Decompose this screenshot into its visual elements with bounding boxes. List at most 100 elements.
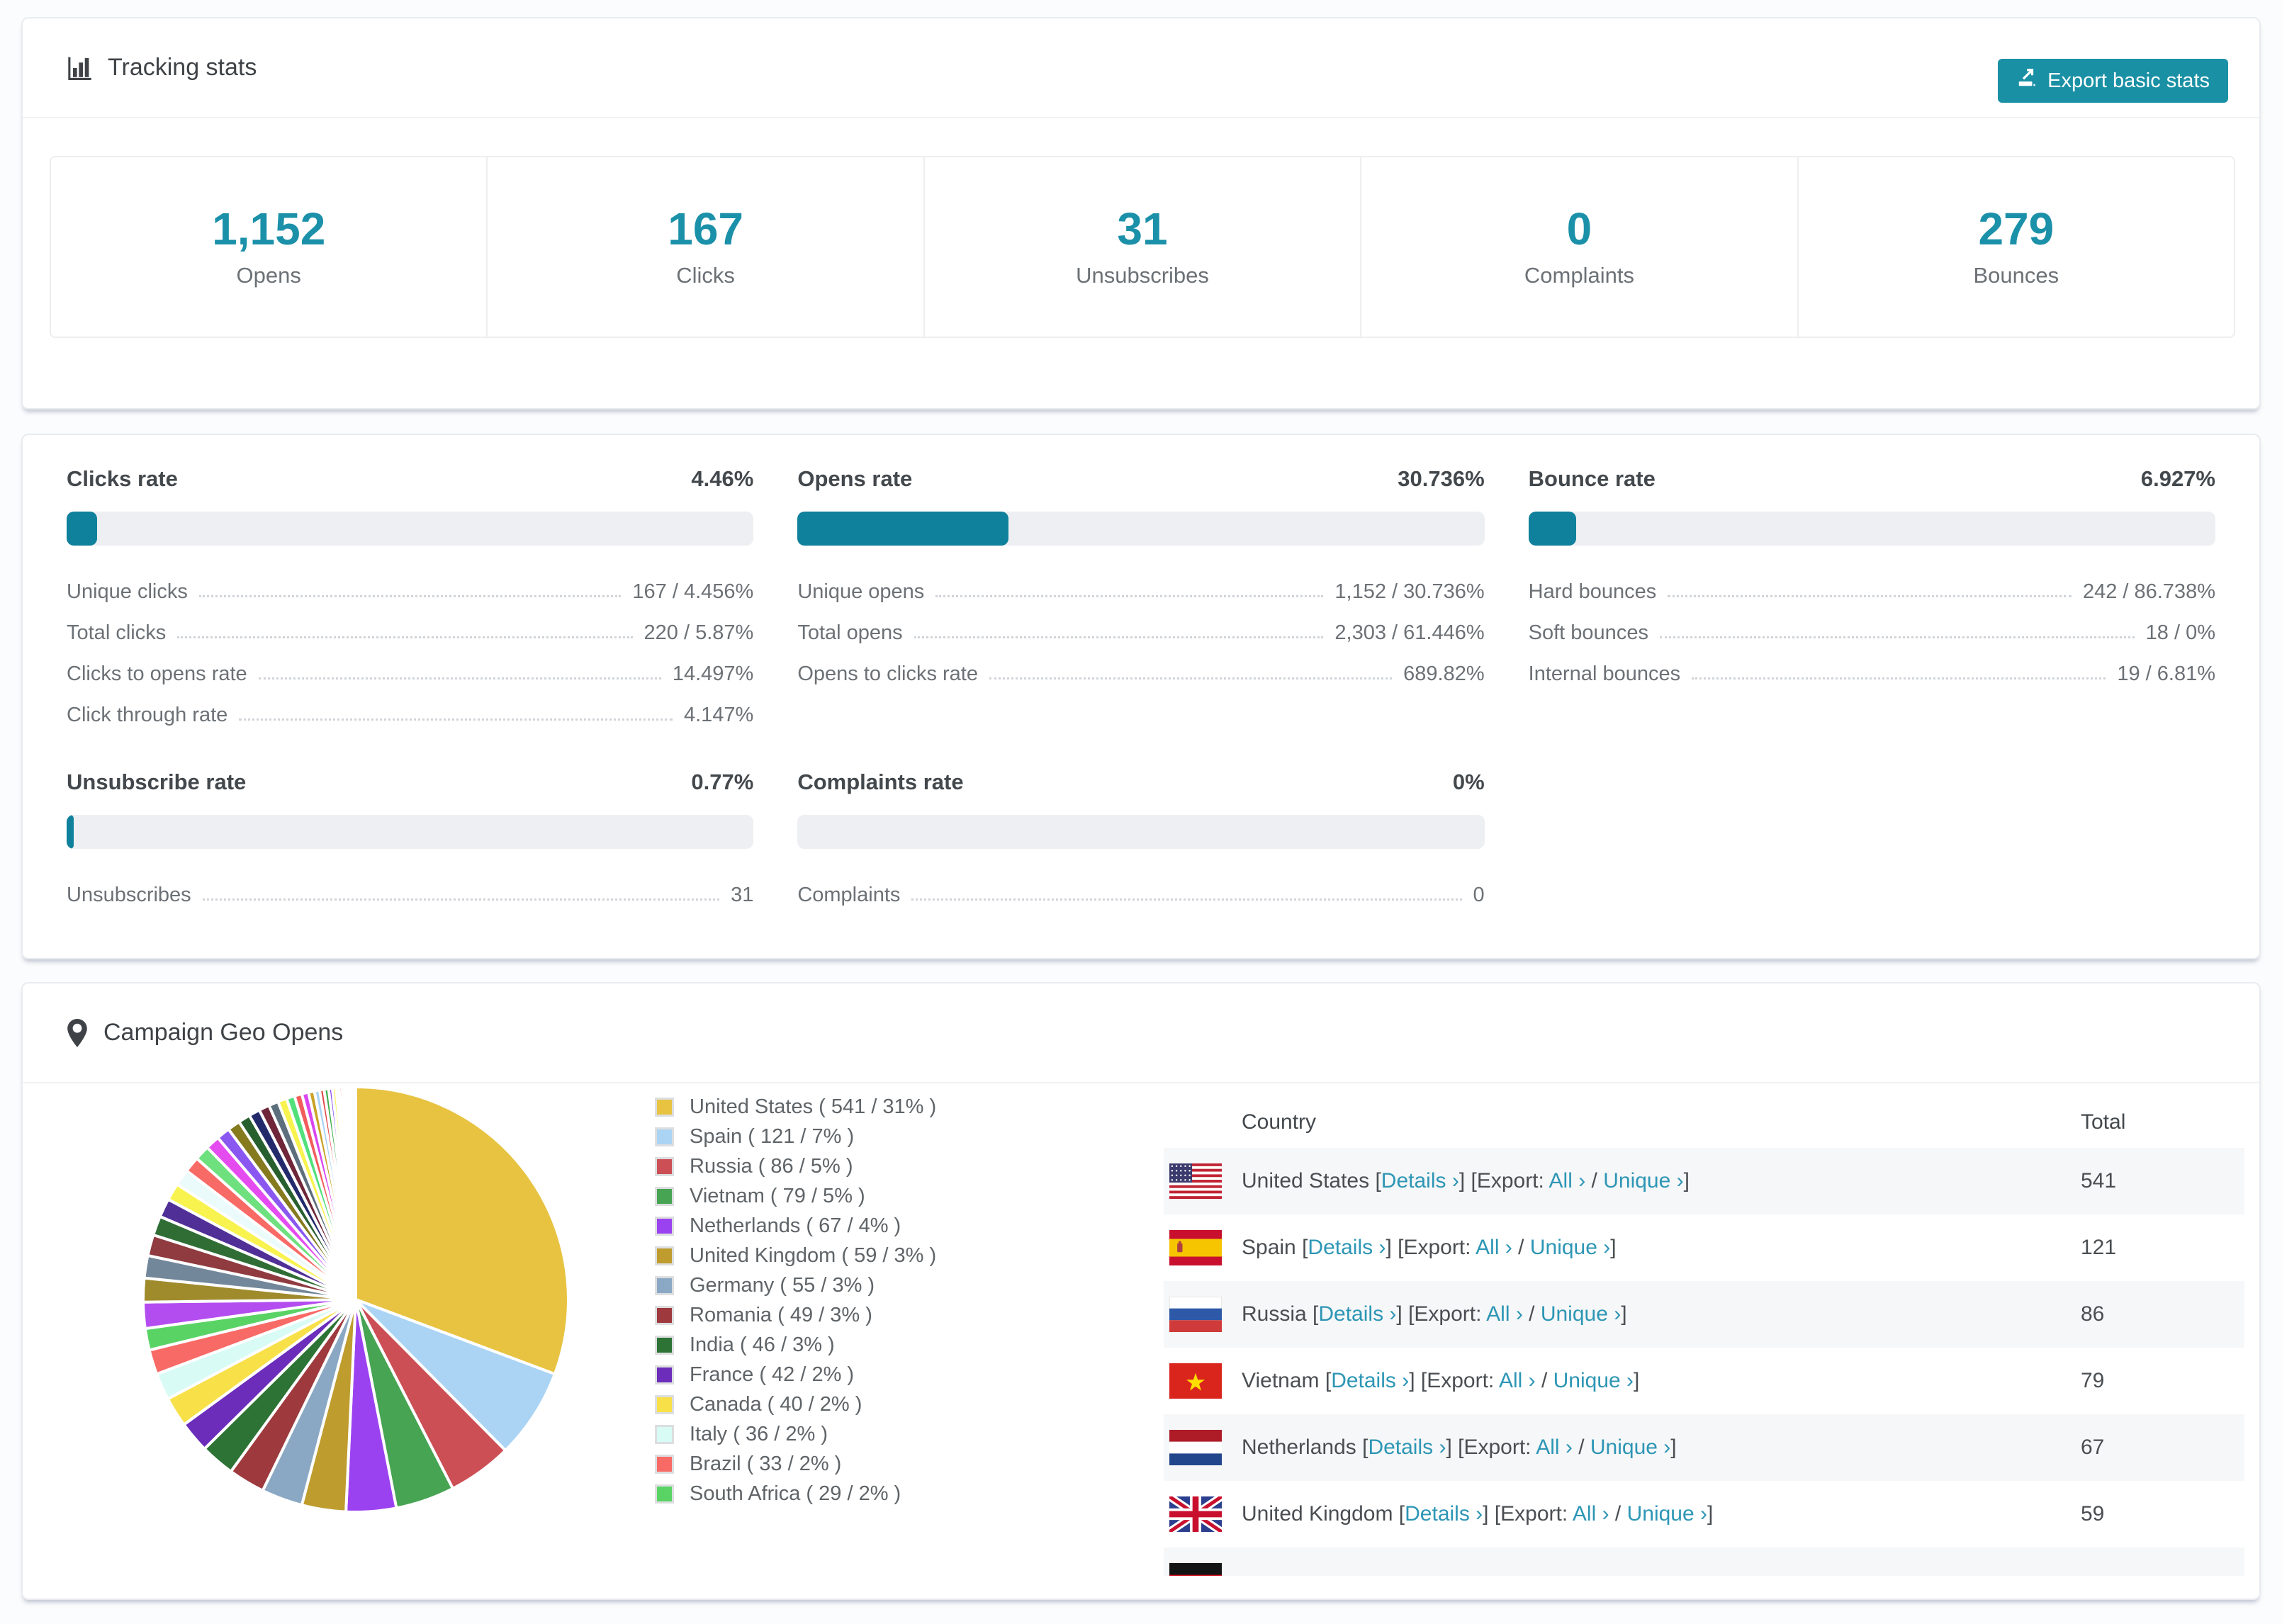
export-unique-link[interactable]: Unique › [1627, 1502, 1707, 1526]
legend-item-russia: Russia ( 86 / 5% ) [655, 1151, 936, 1181]
dotted-leader [911, 898, 1462, 901]
rate-row-value: 2,303 / 61.446% [1334, 621, 1485, 644]
rate-row-unsubscribes: Unsubscribes 31 [67, 870, 753, 911]
legend-swatch [655, 1394, 674, 1414]
legend-item-brazil: Brazil ( 33 / 2% ) [655, 1449, 936, 1479]
tracking-stats-header: Tracking stats Export basic stats [23, 18, 2259, 118]
rate-block-bounce-rate: Bounce rate 6.927% Hard bounces 242 / 86.73… [1528, 466, 2215, 731]
legend-item-vietnam: Vietnam ( 79 / 5% ) [655, 1181, 936, 1211]
progress-bar [1528, 512, 2215, 546]
details-link[interactable]: Details › [1318, 1302, 1396, 1326]
legend-item-italy: Italy ( 36 / 2% ) [655, 1419, 936, 1449]
country-name: Spain [1242, 1236, 1296, 1259]
export-all-link[interactable]: All › [1549, 1169, 1586, 1192]
export-unique-link[interactable]: Unique › [1590, 1436, 1670, 1459]
rate-row-value: 18 / 0% [2145, 621, 2215, 644]
export-unique-link[interactable]: Unique › [1553, 1369, 1634, 1392]
rate-block-clicks-rate: Clicks rate 4.46% Unique clicks 167 / 4.456… [67, 466, 754, 731]
legend-swatch [655, 1127, 674, 1146]
rate-row-value: 242 / 86.738% [2082, 580, 2215, 603]
legend-label: Netherlands ( 67 / 4% ) [690, 1214, 901, 1237]
dotted-leader [989, 677, 1393, 680]
rate-row-label: Unique opens [797, 580, 925, 603]
export-unique-link[interactable]: Unique › [1603, 1169, 1683, 1192]
dotted-leader [239, 718, 673, 721]
bar-chart-icon [67, 55, 92, 81]
details-link[interactable]: Details › [1368, 1436, 1446, 1459]
geo-row-germany [1164, 1547, 2244, 1576]
legend-swatch [655, 1156, 674, 1176]
details-link[interactable]: Details › [1308, 1236, 1386, 1259]
rate-rows: Hard bounces 242 / 86.738% Soft bounces 18 … [1529, 567, 2215, 690]
rate-value: 6.927% [2140, 466, 2215, 491]
export-button-label: Export basic stats [2047, 69, 2210, 92]
geo-row-netherlands: Netherlands [Details ›] [Export: All › /… [1164, 1414, 2244, 1481]
details-link[interactable]: Details › [1331, 1369, 1409, 1392]
stat-value: 31 [1117, 203, 1168, 254]
legend-swatch [655, 1186, 674, 1206]
legend-item-united-kingdom: United Kingdom ( 59 / 3% ) [655, 1241, 936, 1270]
export-all-link[interactable]: All › [1573, 1502, 1609, 1526]
legend-label: Vietnam ( 79 / 5% ) [690, 1184, 865, 1207]
legend-label: United States ( 541 / 31% ) [690, 1095, 937, 1118]
geo-title-label: Campaign Geo Opens [103, 1019, 344, 1046]
export-all-link[interactable]: All › [1486, 1302, 1523, 1326]
export-all-link[interactable]: All › [1536, 1436, 1573, 1459]
rate-row-click-through-rate: Click through rate 4.147% [67, 690, 753, 731]
stat-value: 0 [1566, 203, 1592, 254]
export-icon [2016, 67, 2038, 94]
geo-opens-pie-chart [141, 1085, 570, 1514]
flag-us-icon [1164, 1163, 1242, 1199]
details-link[interactable]: Details › [1381, 1169, 1459, 1192]
rate-row-value: 220 / 5.87% [643, 621, 754, 644]
legend-label: South Africa ( 29 / 2% ) [690, 1482, 901, 1505]
progress-fill [67, 815, 74, 849]
map-pin-icon [67, 1018, 88, 1048]
tracking-stats-card: Tracking stats Export basic stats 1,152 O… [21, 17, 2261, 410]
rate-rows: Complaints 0 [797, 870, 1484, 911]
stat-label: Opens [236, 263, 301, 288]
flag-de-icon [1164, 1563, 1242, 1576]
total-cell: 541 [2081, 1169, 2117, 1192]
rate-row-value: 0 [1473, 884, 1485, 906]
rate-row-total-opens: Total opens 2,303 / 61.446% [797, 608, 1484, 649]
stat-label: Clicks [676, 263, 735, 288]
legend-label: Italy ( 36 / 2% ) [690, 1422, 828, 1445]
dotted-leader [1692, 677, 2106, 680]
progress-bar [67, 815, 754, 849]
pie-slice-other [353, 1085, 357, 1301]
rate-row-unique-clicks: Unique clicks 167 / 4.456% [67, 567, 753, 608]
legend-label: Canada ( 40 / 2% ) [690, 1392, 862, 1416]
export-all-link[interactable]: All › [1476, 1236, 1512, 1259]
rate-row-value: 4.147% [683, 704, 754, 726]
export-unique-link[interactable]: Unique › [1541, 1302, 1621, 1326]
rate-block-complaints-rate: Complaints rate 0% Complaints 0 [797, 769, 1485, 911]
geo-row-spain: Spain [Details ›] [Export: All › / Uniqu… [1164, 1214, 2244, 1281]
stat-value: 1,152 [212, 203, 326, 254]
legend-item-united-states: United States ( 541 / 31% ) [655, 1092, 936, 1122]
dotted-leader [1668, 595, 2072, 597]
stat-label: Unsubscribes [1076, 263, 1209, 288]
geo-table-header-row: Country Total [1164, 1096, 2244, 1148]
rate-row-label: Click through rate [67, 704, 228, 726]
geo-title: Campaign Geo Opens [67, 1018, 343, 1048]
progress-fill [797, 512, 1009, 546]
stat-value: 279 [1978, 203, 2055, 254]
rate-row-soft-bounces: Soft bounces 18 / 0% [1529, 608, 2215, 649]
country-name: United States [1242, 1169, 1370, 1192]
rate-rows: Unsubscribes 31 [67, 870, 753, 911]
rate-block-header: Bounce rate 6.927% [1529, 466, 2215, 492]
rate-row-value: 167 / 4.456% [632, 580, 754, 603]
export-unique-link[interactable]: Unique › [1530, 1236, 1610, 1259]
rate-row-label: Opens to clicks rate [797, 662, 978, 685]
export-basic-stats-button[interactable]: Export basic stats [1998, 59, 2228, 103]
stat-complaints: 0 Complaints [1361, 157, 1799, 337]
rate-block-unsubscribe-rate: Unsubscribe rate 0.77% Unsubscribes 31 [67, 769, 754, 911]
stat-clicks: 167 Clicks [488, 157, 925, 337]
details-link[interactable]: Details › [1405, 1502, 1483, 1526]
rate-row-internal-bounces: Internal bounces 19 / 6.81% [1529, 649, 2215, 690]
progress-bar [797, 815, 1485, 849]
legend-item-south-africa: South Africa ( 29 / 2% ) [655, 1479, 936, 1509]
legend-item-canada: Canada ( 40 / 2% ) [655, 1389, 936, 1419]
export-all-link[interactable]: All › [1499, 1369, 1536, 1392]
